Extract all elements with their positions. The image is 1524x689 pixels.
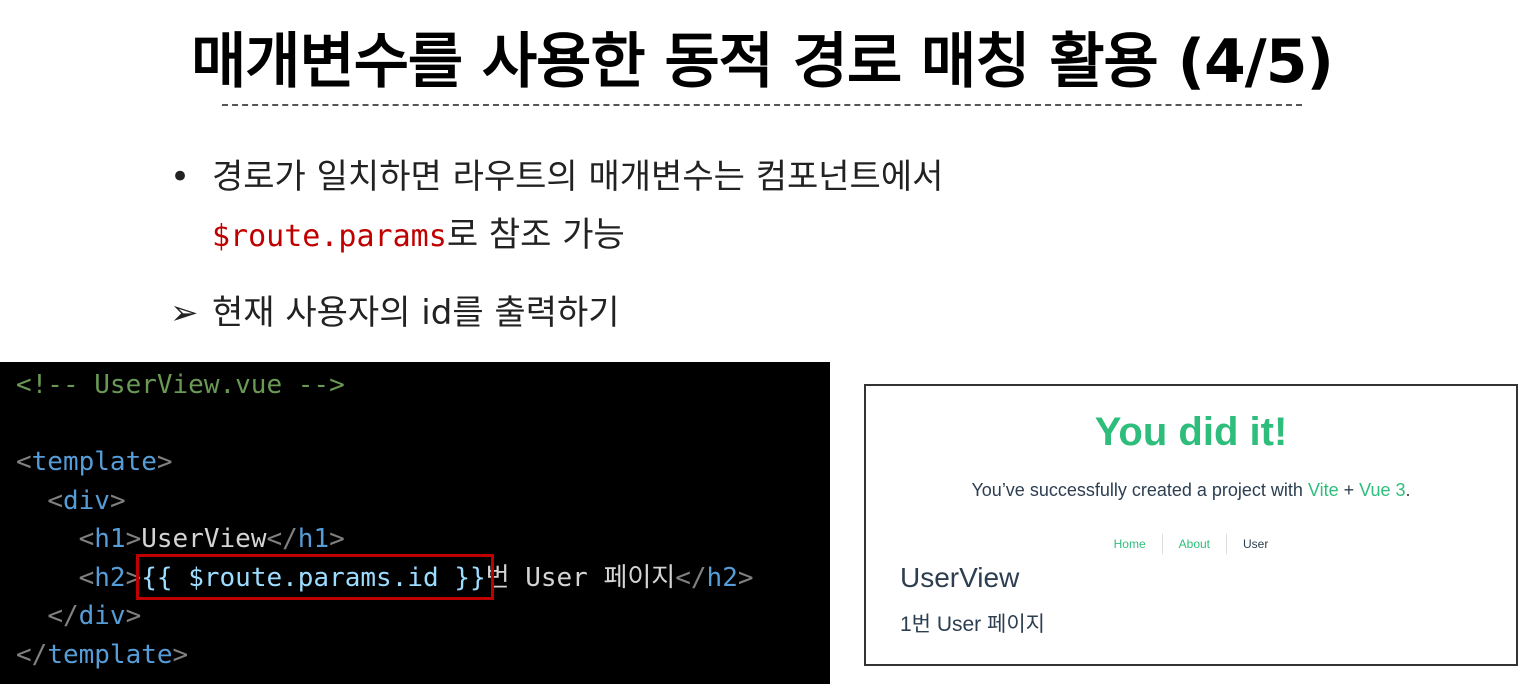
- slide-title: 매개변수를 사용한 동적 경로 매칭 활용 (4/5): [191, 27, 1334, 97]
- code-line-comment: <!-- UserView.vue -->: [16, 370, 345, 400]
- route-params-code: $route.params: [212, 219, 447, 254]
- bullet-1-line-2: 로 참조 가능: [446, 215, 625, 255]
- preview-subtitle: You’ve successfully created a project wi…: [971, 480, 1411, 500]
- nav-link-about[interactable]: About: [1161, 534, 1226, 554]
- code-line-div-open: <div>: [47, 485, 126, 516]
- code-line-template-close: </template>: [16, 639, 189, 670]
- bullet-dot-icon: •: [170, 157, 191, 197]
- vite-link[interactable]: Vite: [1308, 480, 1339, 500]
- code-line-div-close: </div>: [47, 601, 142, 631]
- arrow-bullet-icon: ➢: [170, 293, 199, 333]
- preview-user-page-text: 1번 User 페이지: [900, 613, 1045, 636]
- code-line-h1: <h1>UserView</h1>: [78, 524, 345, 554]
- nav-link-user[interactable]: User: [1226, 534, 1284, 554]
- preview-view-title: UserView: [900, 562, 1020, 593]
- browser-preview: You did it! You’ve successfully created …: [864, 384, 1518, 666]
- bullet-1-continued: $route.params로 참조 가능: [170, 210, 625, 262]
- code-line-template-open: <template>: [16, 447, 173, 477]
- bullet-1-line-1: 경로가 일치하면 라우트의 매개변수는 컴포넌트에서: [212, 157, 944, 197]
- nav-link-home[interactable]: Home: [1098, 534, 1162, 554]
- expression-highlight-box: [136, 554, 494, 600]
- bullet-2-text: 현재 사용자의 id를 출력하기: [212, 293, 620, 333]
- vue-link[interactable]: Vue 3: [1359, 480, 1405, 500]
- code-panel: <!-- UserView.vue --> <template> <div> <…: [0, 362, 830, 684]
- bullet-1: • 경로가 일치하면 라우트의 매개변수는 컴포넌트에서: [170, 152, 943, 202]
- title-divider: [222, 104, 1302, 106]
- bullet-2: ➢ 현재 사용자의 id를 출력하기: [170, 288, 620, 338]
- preview-nav: Home About User: [866, 534, 1516, 554]
- preview-heading: You did it!: [1094, 410, 1288, 454]
